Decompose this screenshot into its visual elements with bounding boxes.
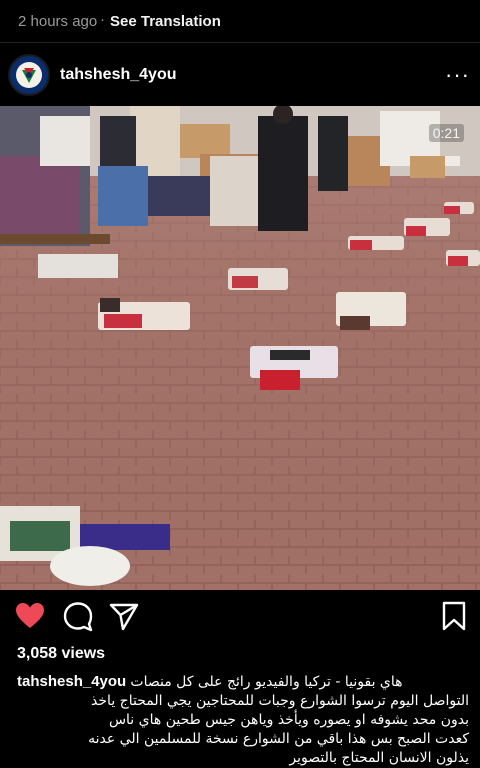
- caption-line: يذلون الانسان المحتاج بالتصوير: [289, 750, 469, 766]
- action-bar: [0, 596, 480, 636]
- caption-line: كعدت الصبح بس هذا باقي من الشوارع نسخة ل…: [88, 731, 469, 747]
- heart-icon[interactable]: [14, 600, 46, 632]
- bookmark-icon[interactable]: [438, 600, 470, 632]
- view-count[interactable]: 3,058 views: [17, 645, 105, 663]
- username[interactable]: tahshesh_4you: [60, 66, 176, 84]
- separator-dot: ·: [100, 11, 105, 28]
- post-timestamp: 2 hours ago: [18, 13, 98, 30]
- comment-icon[interactable]: [62, 600, 94, 632]
- post-header: tahshesh_4you ···: [0, 50, 480, 102]
- caption-username[interactable]: tahshesh_4you: [17, 673, 126, 690]
- street-scene-image: [0, 106, 480, 590]
- caption-line: التواصل اليوم ترسوا الشوارع وجبات للمحتا…: [91, 693, 469, 709]
- divider: [0, 42, 480, 43]
- caption-first-line: tahshesh_4you هاي بقونيا - تركيا والفيدي…: [17, 672, 469, 692]
- top-bar: 2 hours ago · See Translation: [0, 0, 480, 44]
- avatar-logo-icon: [11, 57, 47, 93]
- see-translation-link[interactable]: See Translation: [110, 13, 221, 30]
- video-time: 0:21: [428, 124, 464, 142]
- caption-line: بدون محد يشوفه او يصوره ويأخذ وياهن جيس …: [108, 712, 469, 728]
- avatar[interactable]: [8, 54, 50, 96]
- caption-line: هاي بقونيا - تركيا والفيديو رائج على كل …: [130, 674, 403, 690]
- package: [228, 268, 288, 290]
- more-icon[interactable]: ···: [445, 62, 470, 88]
- caption: tahshesh_4you هاي بقونيا - تركيا والفيدي…: [17, 672, 469, 768]
- share-icon[interactable]: [108, 600, 140, 632]
- post-video[interactable]: [0, 106, 480, 590]
